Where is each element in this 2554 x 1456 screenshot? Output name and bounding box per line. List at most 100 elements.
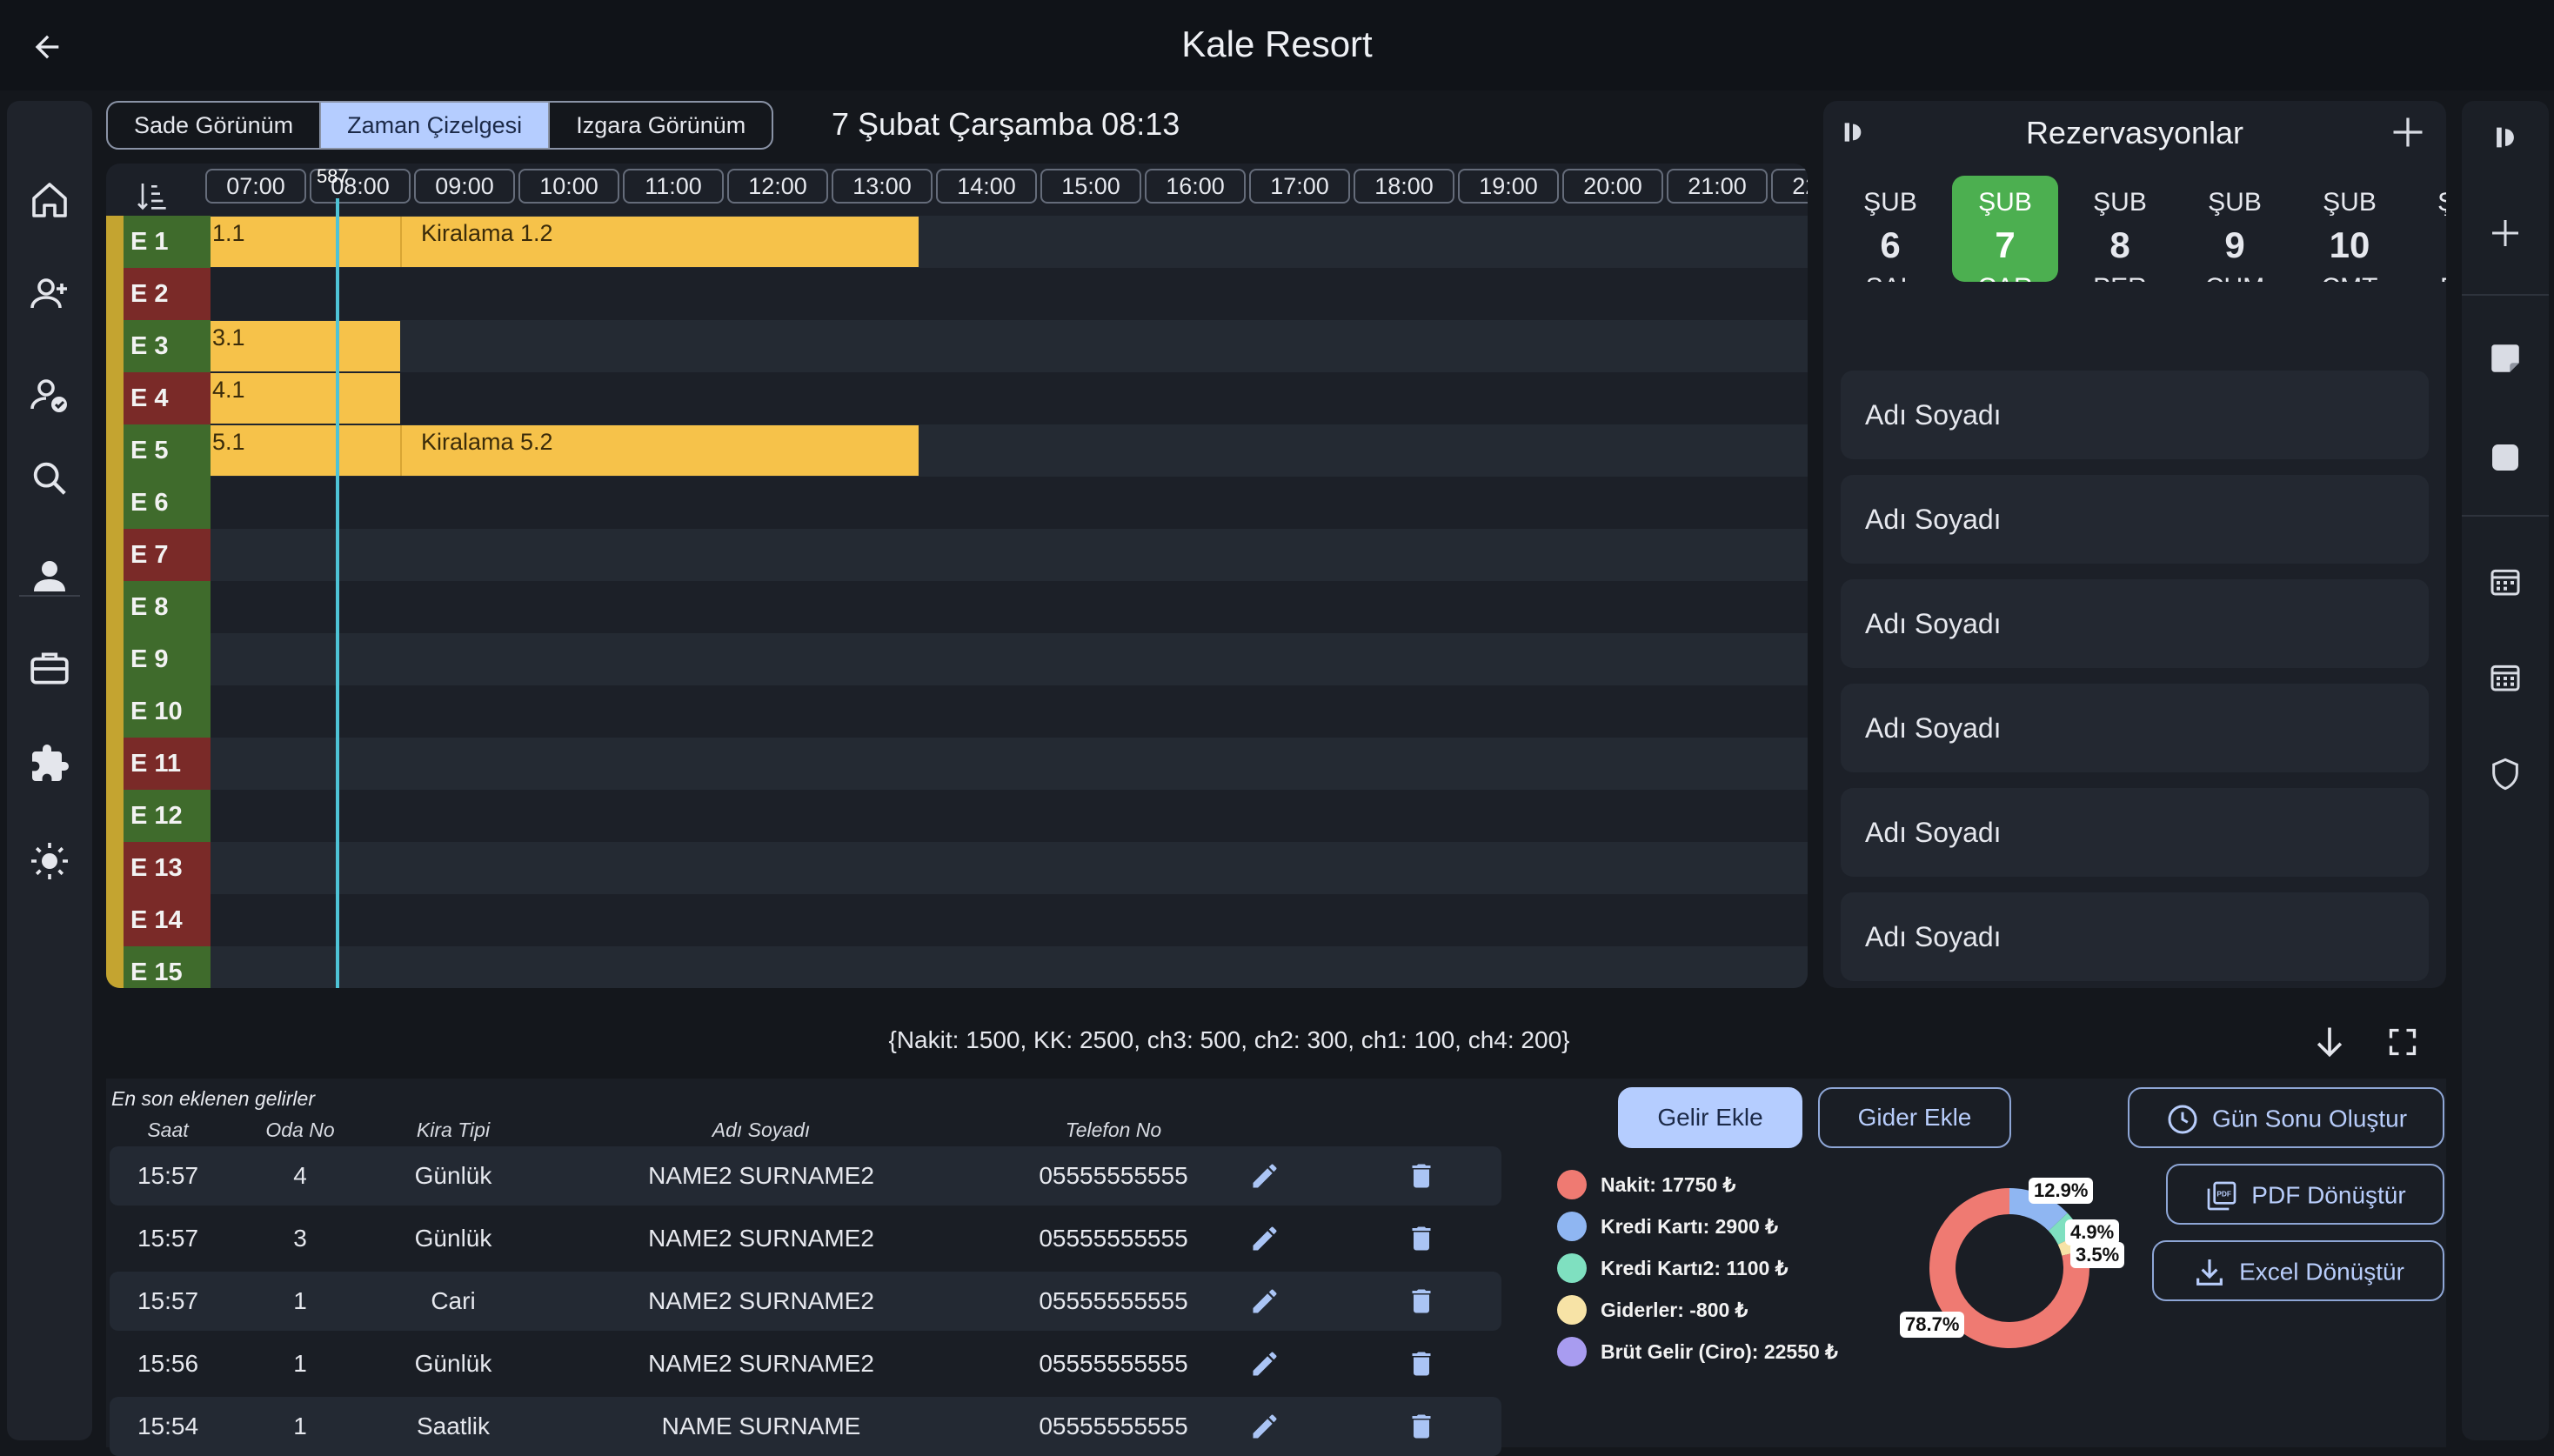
room-label[interactable]: E 1	[106, 216, 211, 268]
row-background[interactable]	[211, 477, 1808, 529]
row-background[interactable]	[211, 529, 1808, 581]
room-label[interactable]: E 7	[106, 529, 211, 581]
delete-icon[interactable]	[1406, 1286, 1437, 1317]
room-label[interactable]: E 15	[106, 946, 211, 988]
row-background[interactable]	[211, 372, 1808, 424]
add-income-button[interactable]: Gelir Ekle	[1618, 1087, 1802, 1148]
end-of-day-button[interactable]: Gün Sonu Oluştur	[2128, 1087, 2444, 1148]
day-day: 11	[2411, 224, 2446, 266]
note-icon[interactable]	[2462, 322, 2549, 395]
room-label[interactable]: E 8	[106, 581, 211, 633]
sort-icon[interactable]	[134, 179, 169, 214]
room-label[interactable]: E 6	[106, 477, 211, 529]
arrow-down-icon[interactable]	[2310, 1023, 2349, 1061]
room-label[interactable]: E 3	[106, 320, 211, 372]
table-row[interactable]: 15:57 3 Günlük NAME2 SURNAME2 05555555555	[110, 1209, 1501, 1268]
room-label[interactable]: E 9	[106, 633, 211, 685]
day-item[interactable]: ŞUB 7 ÇAR	[1952, 176, 2058, 282]
booking-bar[interactable]: 4.1	[211, 373, 400, 424]
calendar-grid-icon[interactable]	[2462, 640, 2549, 713]
add-reservation-icon[interactable]	[2389, 113, 2427, 151]
day-item[interactable]: ŞUB 11 PAZ	[2411, 176, 2446, 282]
reservation-card[interactable]: Adı Soyadı	[1841, 892, 2429, 981]
person-check-icon[interactable]	[7, 358, 92, 431]
day-weekday: ÇAR	[1952, 273, 2058, 282]
row-background[interactable]	[211, 946, 1808, 988]
add-expense-button[interactable]: Gider Ekle	[1818, 1087, 2011, 1148]
day-month: ŞUB	[2208, 188, 2262, 217]
room-label[interactable]: E 2	[106, 268, 211, 320]
legend-dot	[1557, 1294, 1587, 1325]
row-background[interactable]	[211, 842, 1808, 894]
briefcase-icon[interactable]	[7, 631, 92, 705]
booking-bar[interactable]: 5.1	[211, 425, 400, 476]
reservation-card[interactable]: Adı Soyadı	[1841, 579, 2429, 668]
room-strip	[106, 424, 124, 477]
delete-icon[interactable]	[1406, 1160, 1437, 1192]
day-item[interactable]: ŞUB 6 SAL	[1839, 176, 1943, 282]
booking-bar[interactable]: Kiralama 1.2	[400, 217, 919, 267]
delete-icon[interactable]	[1406, 1223, 1437, 1254]
table-row[interactable]: 15:57 4 Günlük NAME2 SURNAME2 05555555555	[110, 1146, 1501, 1206]
edit-icon[interactable]	[1249, 1286, 1280, 1317]
row-background[interactable]	[211, 320, 1808, 372]
delete-icon[interactable]	[1406, 1348, 1437, 1379]
hour-header: 07:00 08:00 09:00 10:00 11:00 12:00 13:00 14:00…	[205, 169, 1808, 204]
room-label[interactable]: E 12	[106, 790, 211, 842]
search-icon[interactable]	[7, 442, 92, 515]
tab-simple-view[interactable]: Sade Görünüm	[108, 103, 322, 148]
person-icon[interactable]	[7, 539, 92, 612]
panel-collapse-icon[interactable]	[2462, 101, 2549, 174]
hour-label: 11:00	[623, 169, 724, 204]
row-background[interactable]	[211, 581, 1808, 633]
edit-icon[interactable]	[1249, 1160, 1280, 1192]
tab-timeline[interactable]: Zaman Çizelgesi	[321, 103, 551, 148]
brightness-icon[interactable]	[7, 825, 92, 898]
reservation-card[interactable]: Adı Soyadı	[1841, 684, 2429, 772]
excel-export-button[interactable]: Excel Dönüştür	[2152, 1240, 2444, 1301]
tab-grid-view[interactable]: Izgara Görünüm	[550, 103, 772, 148]
view-toggle: Sade Görünüm Zaman Çizelgesi Izgara Görü…	[106, 101, 774, 150]
booking-bar[interactable]: Kiralama 5.2	[400, 425, 919, 476]
reservation-card[interactable]: Adı Soyadı	[1841, 788, 2429, 877]
calendar-icon[interactable]	[2462, 544, 2549, 618]
edit-icon[interactable]	[1249, 1223, 1280, 1254]
edit-icon[interactable]	[1249, 1348, 1280, 1379]
row-background[interactable]	[211, 738, 1808, 790]
add-icon[interactable]	[2462, 197, 2549, 270]
table-row[interactable]: 15:56 1 Günlük NAME2 SURNAME2 05555555555	[110, 1334, 1501, 1393]
stop-icon[interactable]	[2462, 421, 2549, 494]
reservation-card[interactable]: Adı Soyadı	[1841, 475, 2429, 564]
extension-icon[interactable]	[7, 727, 92, 800]
delete-icon[interactable]	[1406, 1411, 1437, 1442]
day-item[interactable]: ŞUB 8 PER	[2067, 176, 2173, 282]
col-header-name: Adı Soyadı	[712, 1119, 811, 1141]
booking-bar[interactable]: 3.1	[211, 321, 400, 371]
row-background[interactable]	[211, 633, 1808, 685]
room-label[interactable]: E 10	[106, 685, 211, 738]
room-label[interactable]: E 13	[106, 842, 211, 894]
pdf-export-button[interactable]: PDF PDF Dönüştür	[2166, 1164, 2444, 1225]
current-datetime: 7 Şubat Çarşamba 08:13	[832, 106, 1180, 142]
row-background[interactable]	[211, 894, 1808, 946]
hour-label: 13:00	[832, 169, 933, 204]
room-label[interactable]: E 5	[106, 424, 211, 477]
day-item[interactable]: ŞUB 10 CMT	[2297, 176, 2403, 282]
room-label[interactable]: E 11	[106, 738, 211, 790]
room-label[interactable]: E 4	[106, 372, 211, 424]
home-icon[interactable]	[7, 164, 92, 237]
room-row: E 7	[106, 529, 1808, 581]
table-row[interactable]: 15:57 1 Cari NAME2 SURNAME2 05555555555	[110, 1272, 1501, 1331]
shield-icon[interactable]	[2462, 738, 2549, 811]
day-item[interactable]: ŞUB 9 CUM	[2182, 176, 2288, 282]
booking-bar[interactable]: 1.1	[211, 217, 400, 267]
edit-icon[interactable]	[1249, 1411, 1280, 1442]
room-label[interactable]: E 14	[106, 894, 211, 946]
row-background[interactable]	[211, 685, 1808, 738]
row-background[interactable]	[211, 790, 1808, 842]
back-arrow-icon[interactable]	[19, 19, 75, 75]
reservation-card[interactable]: Adı Soyadı	[1841, 371, 2429, 459]
row-background[interactable]	[211, 268, 1808, 320]
fullscreen-icon[interactable]	[2387, 1026, 2418, 1058]
add-person-icon[interactable]	[7, 257, 92, 331]
